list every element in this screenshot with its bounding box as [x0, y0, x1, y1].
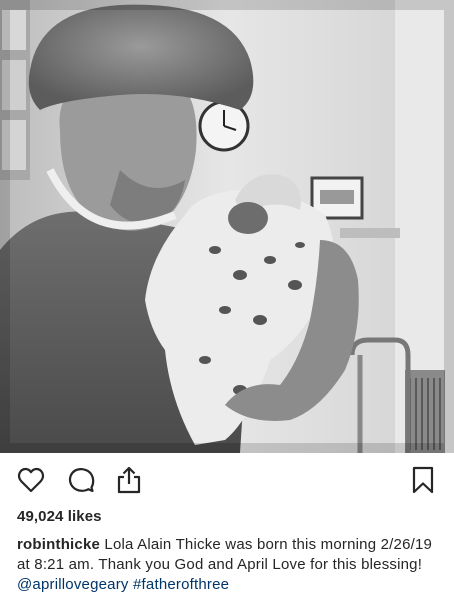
post-photo[interactable] — [0, 0, 454, 453]
speech-bubble-icon — [68, 468, 95, 493]
comment-button[interactable] — [66, 465, 96, 495]
like-button[interactable] — [16, 465, 46, 495]
post-caption: robinthicke Lola Alain Thicke was born t… — [17, 535, 447, 595]
share-upload-icon — [117, 466, 141, 494]
caption-hashtag-link[interactable]: #fatherofthree — [133, 576, 229, 593]
likes-count[interactable]: 49,024 likes — [17, 508, 102, 525]
heart-outline-icon — [17, 467, 45, 493]
save-button[interactable] — [408, 465, 438, 495]
bookmark-outline-icon — [412, 466, 434, 494]
instagram-post: 49,024 likes robinthicke Lola Alain Thic… — [0, 0, 454, 600]
share-button[interactable] — [114, 465, 144, 495]
caption-mention-link[interactable]: @aprillovegeary — [17, 576, 129, 593]
post-photo-artwork — [0, 0, 454, 453]
action-bar — [0, 455, 454, 507]
caption-username[interactable]: robinthicke — [17, 536, 100, 553]
